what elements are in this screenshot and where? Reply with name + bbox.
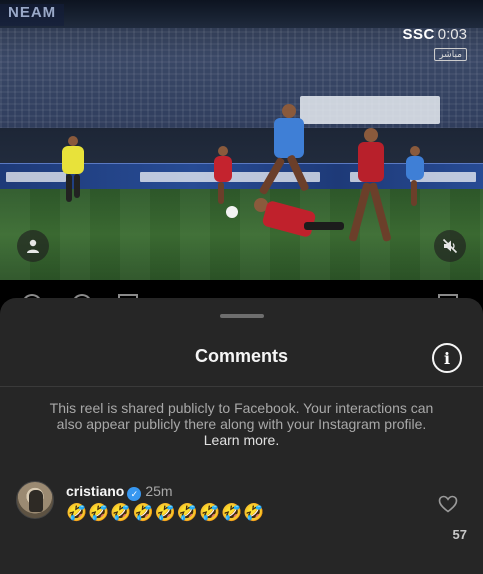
facebook-share-notice: This reel is shared publicly to Facebook… xyxy=(40,400,443,448)
comment-time: 25m xyxy=(145,483,173,499)
info-icon: i xyxy=(443,348,451,368)
sheet-title: Comments xyxy=(194,346,288,366)
speaker-muted-icon xyxy=(442,238,458,254)
comment-item: cristiano ✓ 25m 🤣🤣🤣🤣🤣🤣🤣🤣🤣 57 xyxy=(16,481,467,561)
reel-video[interactable]: NEAM SSC 0:03 مباشر xyxy=(0,0,483,280)
comment-header: cristiano ✓ 25m xyxy=(66,483,173,501)
sheet-drag-handle[interactable] xyxy=(220,314,264,318)
live-tag: مباشر xyxy=(434,48,467,61)
mute-button[interactable] xyxy=(434,230,466,262)
person-icon xyxy=(27,239,39,253)
info-button[interactable]: i xyxy=(432,343,462,373)
broadcaster-logo: SSC xyxy=(402,26,435,43)
learn-more-link[interactable]: Learn more. xyxy=(204,432,279,448)
video-timer: 0:03 xyxy=(437,26,467,43)
stadium-sign xyxy=(300,96,440,124)
avatar[interactable] xyxy=(16,481,54,519)
broadcaster-badge: SSC 0:03 مباشر xyxy=(402,26,467,62)
tagged-people-button[interactable] xyxy=(17,230,49,262)
divider xyxy=(0,386,483,387)
football xyxy=(226,206,238,218)
verified-badge-icon: ✓ xyxy=(127,487,142,501)
corner-logo: NEAM xyxy=(0,4,65,26)
comment-text: 🤣🤣🤣🤣🤣🤣🤣🤣🤣 xyxy=(66,503,266,522)
comment-like-button[interactable] xyxy=(437,495,459,518)
notice-text: This reel is shared publicly to Facebook… xyxy=(49,400,434,432)
comment-like-count: 57 xyxy=(452,527,467,542)
heart-icon xyxy=(438,495,458,513)
comment-username[interactable]: cristiano xyxy=(66,483,124,499)
comments-sheet: Comments i This reel is shared publicly … xyxy=(0,298,483,574)
stadium-roof xyxy=(0,0,483,28)
